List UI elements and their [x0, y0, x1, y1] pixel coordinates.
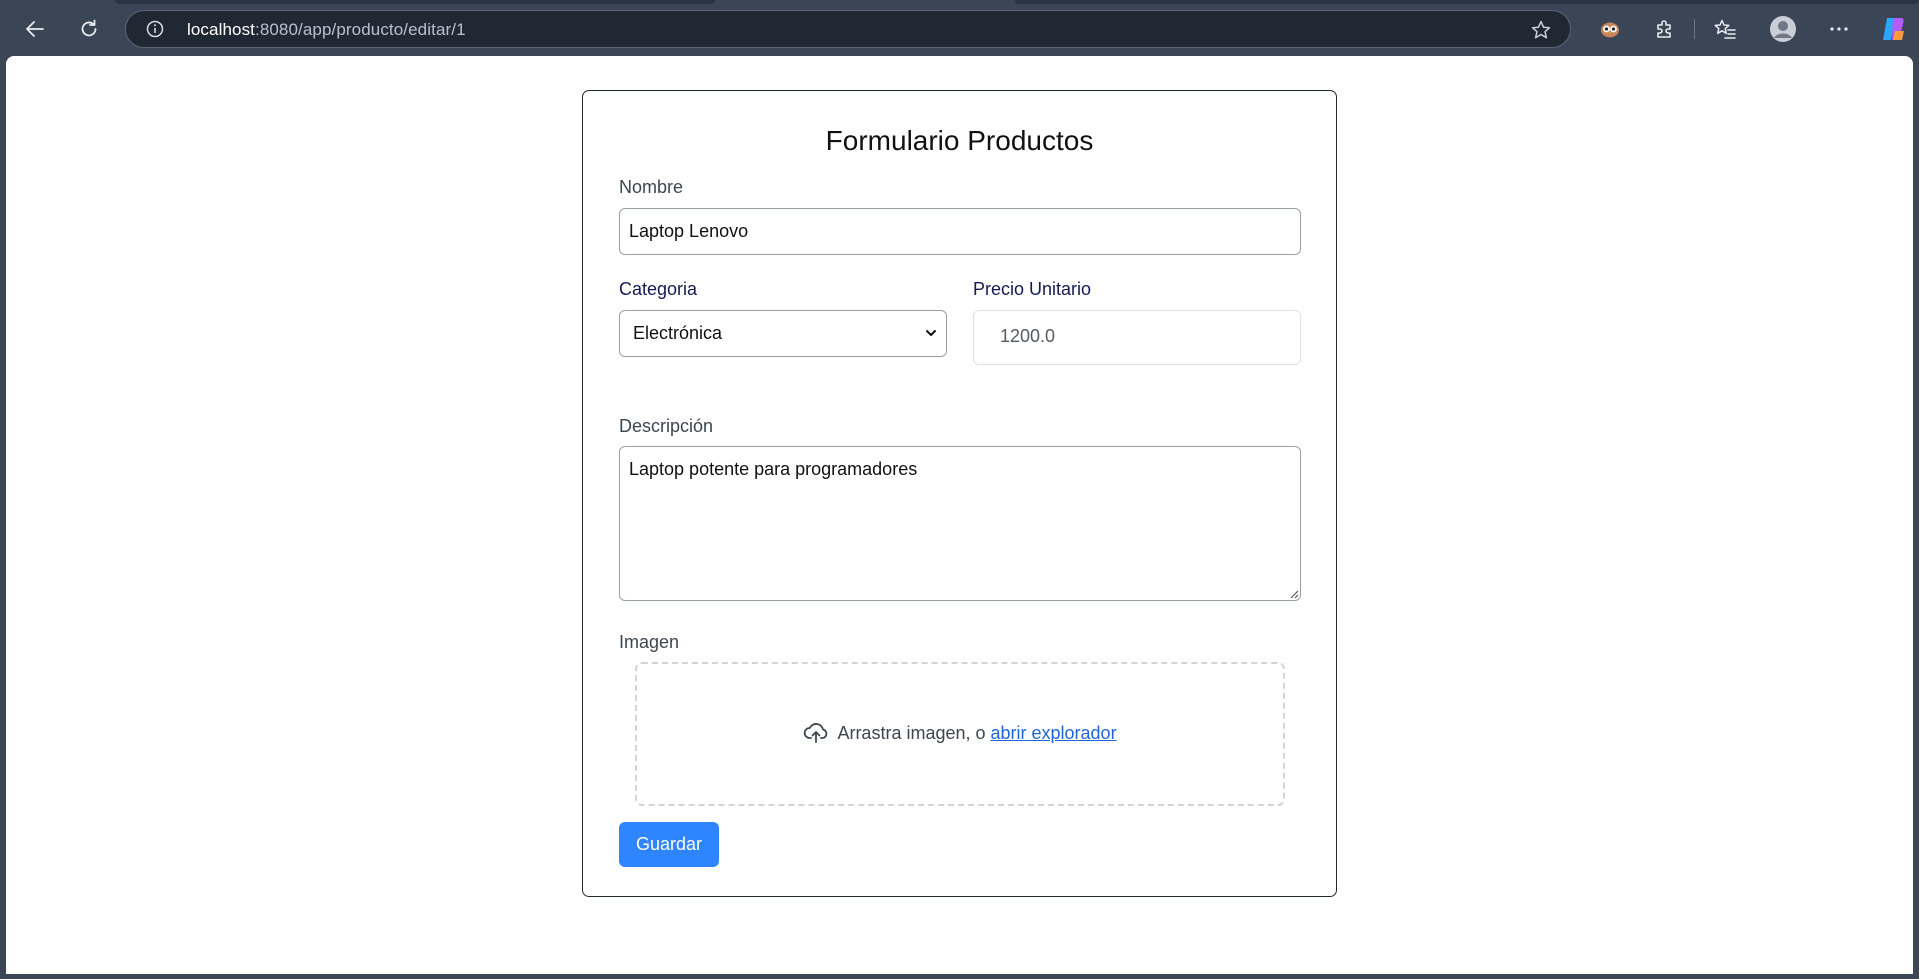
cloud-upload-icon [804, 723, 828, 743]
more-dots-icon [1830, 27, 1848, 31]
more-menu-button[interactable] [1822, 12, 1856, 46]
avatar [1770, 16, 1796, 42]
categoria-select[interactable]: Electrónica [619, 310, 947, 357]
arrow-left-icon [26, 21, 44, 37]
url-path: :8080/app/producto/editar/1 [255, 20, 466, 39]
save-button[interactable]: Guardar [619, 822, 719, 867]
open-explorer-link[interactable]: abrir explorador [991, 723, 1117, 744]
extensions-button[interactable] [1647, 12, 1681, 46]
imagen-label: Imagen [619, 632, 680, 652]
image-dropzone[interactable]: Arrastra imagen, o abrir explorador [635, 662, 1285, 806]
profile-button[interactable] [1766, 12, 1800, 46]
dropzone-prompt: Arrastra imagen, o abrir explorador [637, 721, 1283, 745]
precio-value: 1200.0 [1000, 326, 1056, 346]
copilot-icon [1883, 18, 1904, 40]
page-viewport: Formulario Productos Nombre Laptop Lenov… [6, 56, 1913, 974]
back-button[interactable] [18, 12, 52, 46]
descripcion-textarea[interactable]: Laptop potente para programadores [619, 446, 1301, 601]
precio-input[interactable]: 1200.0 [973, 310, 1301, 365]
extension-button[interactable] [1593, 12, 1627, 46]
form-title: Formulario Productos [825, 125, 1094, 156]
favorites-list-icon [1714, 19, 1736, 39]
address-bar[interactable]: localhost:8080/app/producto/editar/1 [125, 10, 1571, 48]
descripcion-label: Descripción [619, 416, 714, 436]
toolbar-separator [1694, 19, 1695, 39]
categoria-label: Categoria [619, 279, 698, 299]
nombre-value: Laptop Lenovo [629, 221, 749, 241]
precio-label: Precio Unitario [973, 279, 1092, 299]
product-form-card: Formulario Productos Nombre Laptop Lenov… [582, 90, 1337, 897]
categoria-selected: Electrónica [633, 323, 723, 343]
reload-icon [81, 19, 97, 37]
reload-button[interactable] [72, 12, 106, 46]
resize-grip-icon[interactable] [1289, 589, 1299, 599]
puzzle-icon [1657, 20, 1671, 38]
favorites-button[interactable] [1708, 12, 1742, 46]
descripcion-value: Laptop potente para programadores [629, 459, 918, 479]
chevron-down-icon [926, 330, 936, 336]
nombre-label: Nombre [619, 177, 684, 197]
dropzone-text: Arrastra imagen, o [837, 722, 986, 743]
owl-extension-icon [1601, 22, 1619, 38]
favorite-star-icon[interactable] [1530, 19, 1552, 41]
browser-toolbar: localhost:8080/app/producto/editar/1 [0, 0, 1919, 56]
url-text[interactable]: localhost:8080/app/producto/editar/1 [187, 20, 466, 40]
nombre-input[interactable]: Laptop Lenovo [619, 208, 1301, 255]
copilot-button[interactable] [1876, 12, 1910, 46]
info-icon[interactable] [146, 20, 164, 38]
url-host: localhost [187, 20, 255, 39]
